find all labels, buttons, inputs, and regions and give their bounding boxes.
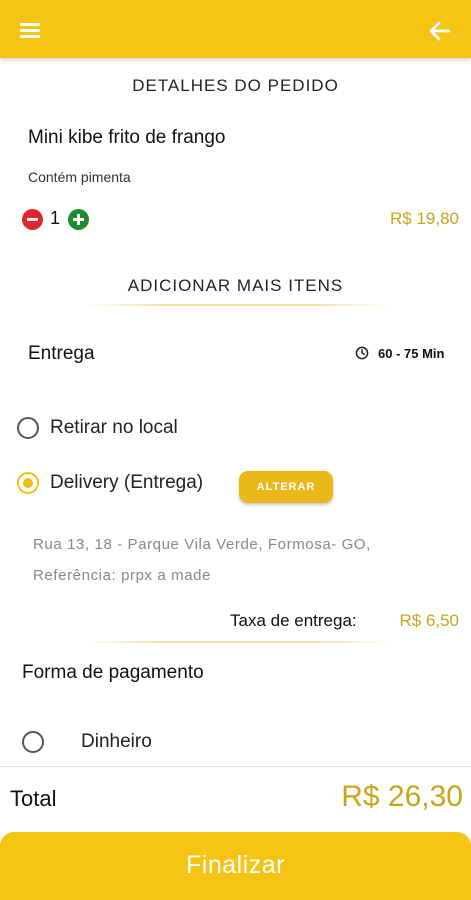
- divider: [84, 304, 390, 306]
- pickup-option-label[interactable]: Retirar no local: [50, 417, 178, 439]
- delivery-fee-value: R$ 6,50: [399, 611, 459, 630]
- finalize-button[interactable]: Finalizar: [0, 832, 471, 900]
- payment-title: Forma de pagamento: [22, 662, 204, 683]
- radio-pickup[interactable]: [17, 417, 39, 439]
- cash-option-label[interactable]: Dinheiro: [81, 731, 152, 753]
- decrease-quantity-button[interactable]: [22, 209, 43, 230]
- add-more-items-button[interactable]: ADICIONAR MAIS ITENS: [0, 276, 471, 296]
- delivery-time: 60 - 75 Min: [378, 346, 445, 361]
- increase-quantity-button[interactable]: [68, 209, 89, 230]
- item-quantity: 1: [50, 208, 61, 228]
- delivery-title: Entrega: [28, 343, 95, 364]
- alter-address-button[interactable]: ALTERAR: [239, 471, 333, 503]
- menu-button[interactable]: [14, 17, 48, 43]
- arrow-left-icon: [429, 21, 451, 41]
- item-note: Contém pimenta: [28, 169, 131, 185]
- delivery-fee-label: Taxa de entrega:: [230, 611, 357, 630]
- footer-divider: [0, 766, 471, 767]
- back-button[interactable]: [423, 16, 457, 46]
- address-line: Rua 13, 18 - Parque Vila Verde, Formosa-…: [33, 536, 371, 553]
- total-label: Total: [10, 786, 57, 811]
- hamburger-icon: [20, 23, 40, 26]
- top-app-bar: [0, 0, 471, 58]
- divider: [84, 641, 390, 643]
- item-price: R$ 19,80: [390, 209, 459, 228]
- radio-delivery[interactable]: [17, 472, 39, 494]
- order-details-title: DETALHES DO PEDIDO: [132, 76, 339, 95]
- delivery-option-label[interactable]: Delivery (Entrega): [50, 472, 203, 494]
- address-reference: Referência: prpx a made: [33, 567, 212, 584]
- total-value: R$ 26,30: [341, 780, 463, 813]
- clock-icon: [355, 346, 369, 360]
- item-name: Mini kibe frito de frango: [28, 127, 226, 148]
- radio-cash[interactable]: [22, 731, 44, 753]
